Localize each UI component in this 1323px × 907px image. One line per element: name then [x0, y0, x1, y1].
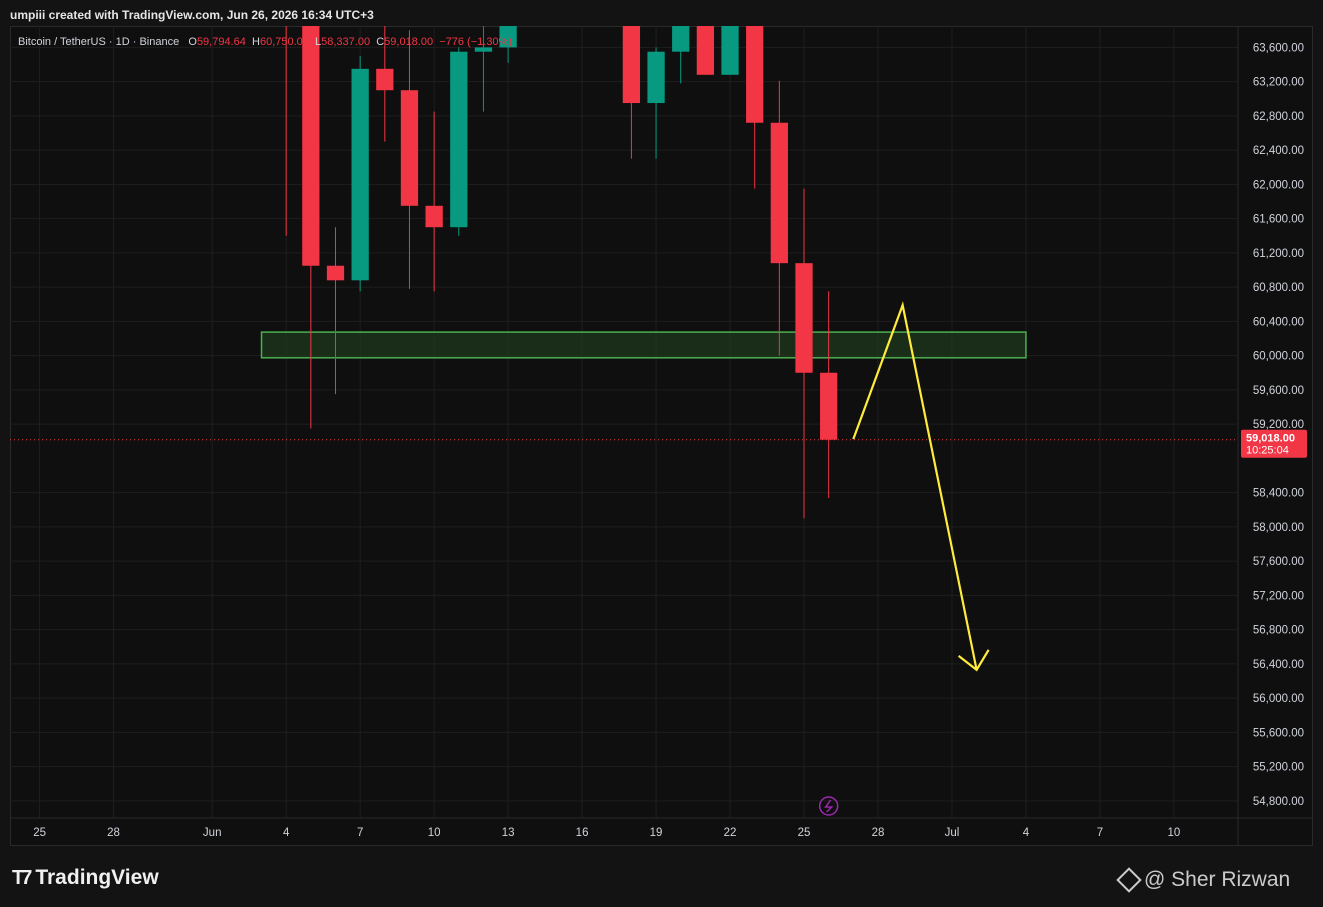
y-tick-label: 63,200.00	[1253, 77, 1304, 89]
candle-body[interactable]	[746, 26, 764, 123]
y-tick-label: 58,400.00	[1253, 488, 1304, 500]
y-tick-label: 60,400.00	[1253, 316, 1304, 328]
candle-body[interactable]	[820, 372, 838, 440]
candle-body[interactable]	[795, 263, 813, 373]
high-value: 60,750.00	[259, 36, 309, 48]
grid-layer	[10, 26, 1238, 818]
x-tick-label: 4	[283, 827, 290, 839]
change-value: −776 (−1.30%)	[439, 36, 512, 48]
flash-bolt-icon	[824, 799, 834, 813]
y-tick-label: 59,600.00	[1253, 385, 1304, 397]
high-label: H	[252, 36, 260, 48]
low-value: 58,337.00	[321, 36, 371, 48]
y-tick-label: 57,600.00	[1253, 556, 1304, 568]
x-tick-label: Jun	[203, 827, 222, 839]
x-tick-label: 25	[798, 827, 811, 839]
x-tick-label: 13	[502, 827, 515, 839]
axis-layer: 63,600.00 63,200.00 62,800.00 62,400.00 62,0…	[10, 26, 1313, 846]
candle-layer	[285, 26, 838, 519]
tradingview-brand: TradingView	[35, 866, 159, 889]
x-tick-label: 16	[576, 827, 589, 839]
candle-body[interactable]	[376, 68, 394, 91]
x-tick-label: 10	[428, 827, 441, 839]
x-tick-label: 28	[872, 827, 885, 839]
x-tick-label: 19	[650, 827, 663, 839]
watermark-text: @ Sher Rizwan	[1144, 868, 1291, 891]
candle-body[interactable]	[696, 26, 715, 75]
tradingview-logo[interactable]: T7 TradingView	[12, 866, 159, 890]
price-badge-countdown: 10:25:04	[1246, 445, 1289, 457]
x-tick-label: 4	[1023, 827, 1030, 839]
candle-body[interactable]	[400, 90, 419, 206]
open-value: 59,794.64	[196, 36, 246, 48]
candlestick-chart[interactable]: 63,600.00 63,200.00 62,800.00 62,400.00 62,0…	[10, 26, 1313, 846]
y-tick-label: 54,800.00	[1253, 796, 1304, 808]
y-tick-label: 61,600.00	[1253, 214, 1304, 226]
tradingview-icon: T7	[12, 866, 32, 889]
current-price-badge: 59,018.0010:25:04	[1241, 429, 1307, 458]
flash-alert-icon[interactable]	[818, 796, 839, 816]
y-tick-label: 59,200.00	[1253, 419, 1304, 431]
open-label: O	[188, 36, 197, 48]
candle-body[interactable]	[450, 51, 468, 228]
candle-body[interactable]	[425, 205, 443, 228]
y-tick-label: 55,200.00	[1253, 762, 1304, 774]
symbol-label[interactable]: Bitcoin / TetherUS · 1D · Binance	[18, 36, 179, 48]
candle-body[interactable]	[326, 265, 345, 281]
x-tick-label: Jul	[945, 827, 960, 839]
y-tick-label: 62,800.00	[1253, 111, 1304, 123]
projection-path[interactable]	[852, 301, 978, 671]
y-tick-label: 56,400.00	[1253, 659, 1304, 671]
x-tick-label: 28	[107, 827, 120, 839]
y-tick-label: 62,000.00	[1253, 179, 1304, 191]
y-tick-label: 63,600.00	[1253, 42, 1304, 54]
candle-body[interactable]	[721, 26, 739, 75]
x-tick-label: 7	[357, 827, 363, 839]
price-badge-price: 59,018.00	[1246, 433, 1295, 445]
x-tick-label: 10	[1167, 827, 1180, 839]
candle-body[interactable]	[351, 68, 369, 281]
y-tick-label: 56,800.00	[1253, 625, 1304, 637]
y-tick-label: 62,400.00	[1253, 145, 1304, 157]
chart-caption: umpiii created with TradingView.com, Jun…	[10, 8, 374, 22]
projection-layer	[852, 301, 990, 672]
x-tick-label: 25	[33, 827, 46, 839]
y-tick-label: 61,200.00	[1253, 248, 1304, 260]
y-tick-label: 55,600.00	[1253, 727, 1304, 739]
author-watermark: @ Sher Rizwan	[1116, 867, 1291, 893]
ohlc-legend: Bitcoin / TetherUS · 1D · Binance O59,79…	[18, 36, 512, 48]
candle-body[interactable]	[672, 26, 690, 52]
close-value: 59,018.00	[384, 36, 434, 48]
x-tick-label: 7	[1097, 827, 1103, 839]
candle-body[interactable]	[474, 47, 493, 52]
binance-icon	[1116, 867, 1142, 893]
close-label: C	[376, 36, 385, 48]
y-tick-label: 60,000.00	[1253, 351, 1304, 363]
y-tick-label: 56,000.00	[1253, 693, 1304, 705]
y-tick-label: 58,000.00	[1253, 522, 1304, 534]
x-tick-label: 22	[724, 827, 737, 839]
candle-body[interactable]	[302, 26, 320, 266]
y-tick-label: 57,200.00	[1253, 590, 1304, 602]
candle-body[interactable]	[770, 122, 788, 264]
candle-body[interactable]	[622, 26, 641, 104]
candle-body[interactable]	[647, 51, 665, 104]
y-tick-label: 60,800.00	[1253, 282, 1304, 294]
